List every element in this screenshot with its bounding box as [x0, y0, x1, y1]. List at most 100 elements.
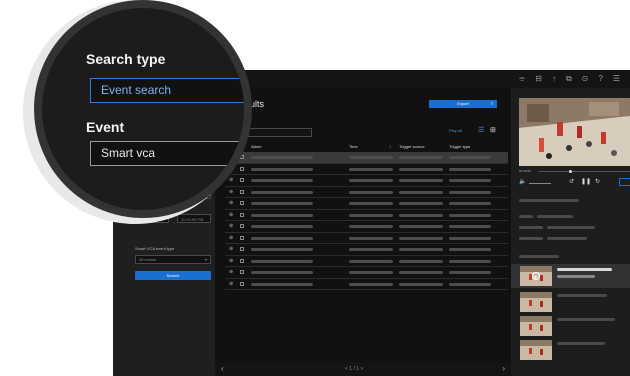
export-button[interactable]: Export ⇪: [429, 100, 497, 108]
menu-icon[interactable]: ☰: [613, 74, 620, 84]
list-view-icon[interactable]: ☰: [478, 126, 484, 134]
cell-placeholder: [449, 213, 491, 217]
cell-placeholder: [349, 179, 393, 182]
row-checkbox[interactable]: [240, 281, 244, 286]
cell-placeholder: [251, 236, 313, 240]
column-trigger-source[interactable]: Trigger source: [399, 144, 425, 149]
event-line: [557, 294, 607, 297]
expand-row-icon[interactable]: ⊕: [229, 189, 233, 195]
table-row[interactable]: ⊕: [225, 198, 508, 210]
timeline-handle[interactable]: [569, 170, 572, 173]
expand-row-icon[interactable]: ⊕: [229, 200, 233, 206]
rewind-icon[interactable]: ↺: [569, 178, 574, 185]
event-line: [557, 275, 595, 278]
cell-placeholder: [399, 179, 443, 182]
row-checkbox[interactable]: [240, 166, 244, 171]
forward-icon[interactable]: ↻: [595, 178, 600, 185]
event-thumbnail[interactable]: ▶: [520, 266, 552, 286]
table-row[interactable]: ⊕: [225, 267, 508, 279]
table-row[interactable]: ⊕: [225, 256, 508, 267]
column-trigger-type[interactable]: Trigger type: [449, 144, 470, 149]
expand-row-icon[interactable]: ⊕: [229, 235, 233, 241]
grid-view-icon[interactable]: ⊞: [490, 126, 496, 134]
column-time[interactable]: Time: [349, 144, 358, 149]
expand-row-icon[interactable]: ⊕: [229, 177, 233, 183]
expand-row-icon[interactable]: ⊕: [229, 281, 233, 287]
chevron-down-icon: ▾: [204, 257, 207, 262]
cell-placeholder: [399, 213, 443, 217]
expand-row-icon[interactable]: ⊕: [229, 223, 233, 229]
info-line: [519, 237, 543, 240]
cell-placeholder: [251, 190, 313, 194]
table-row[interactable]: ⊕: [225, 210, 508, 221]
table-row[interactable]: ⊕: [225, 187, 508, 198]
row-checkbox[interactable]: [240, 235, 244, 240]
expand-row-icon[interactable]: ⊕: [229, 269, 233, 275]
results-panel: 22 results Export ⇪ ⚲ Play all ☰ ⊞ Alarm…: [215, 88, 511, 376]
table-row[interactable]: ⊕: [225, 279, 508, 290]
event-thumbnail[interactable]: [520, 316, 552, 336]
cell-placeholder: [449, 236, 491, 240]
volume-slider[interactable]: [529, 183, 551, 184]
table-row[interactable]: ⊕: [225, 233, 508, 244]
volume-icon[interactable]: 🔈: [519, 178, 526, 185]
wifi-icon[interactable]: ⌯: [519, 74, 525, 84]
event-select[interactable]: Smart vca: [90, 141, 244, 166]
upload-icon[interactable]: ↑: [552, 74, 556, 84]
cell-placeholder: [251, 167, 313, 171]
cell-placeholder: [399, 271, 443, 274]
window-icon[interactable]: ⧉: [566, 74, 572, 84]
cell-placeholder: [349, 190, 393, 194]
cell-placeholder: [251, 156, 313, 159]
vca-type-select[interactable]: All events ▾: [135, 255, 211, 264]
row-checkbox[interactable]: [240, 178, 244, 182]
table-row[interactable]: ⊕: [225, 152, 508, 164]
play-all-link[interactable]: Play all: [449, 128, 462, 133]
cell-placeholder: [251, 271, 313, 274]
expand-row-icon[interactable]: ⊕: [229, 246, 233, 252]
cell-placeholder: [399, 248, 443, 251]
expand-row-icon[interactable]: ⊕: [229, 258, 233, 264]
info-line: [519, 226, 543, 229]
row-checkbox[interactable]: [240, 270, 244, 274]
cell-placeholder: [251, 248, 313, 251]
help-icon[interactable]: ?: [598, 74, 602, 84]
scroll-left-icon[interactable]: ‹: [221, 364, 224, 373]
row-checkbox[interactable]: [240, 247, 244, 251]
pause-icon[interactable]: ❚❚: [581, 178, 591, 185]
pagination-bar: ‹ < 1 / 1 > ›: [215, 362, 511, 376]
expand-row-icon[interactable]: ⊕: [229, 212, 233, 218]
fullscreen-button[interactable]: [619, 178, 630, 186]
search-type-select[interactable]: Event search: [90, 78, 244, 103]
layout-icon[interactable]: ⊟: [535, 74, 542, 84]
column-alarm[interactable]: Alarm: [251, 144, 261, 149]
info-line: [519, 255, 559, 258]
cell-placeholder: [251, 202, 313, 205]
event-line: [557, 342, 605, 345]
end-time-field[interactable]: 11:59:59 PM: [177, 214, 211, 223]
row-checkbox[interactable]: [240, 224, 244, 228]
record-icon[interactable]: ⊙: [582, 74, 589, 84]
row-checkbox[interactable]: [240, 201, 244, 205]
sort-icon[interactable]: ↑: [389, 144, 391, 149]
scroll-right-icon[interactable]: ›: [502, 364, 505, 373]
table-row[interactable]: ⊕: [225, 244, 508, 256]
table-row[interactable]: ⊕: [225, 164, 508, 175]
export-icon: ⇪: [490, 101, 494, 106]
video-preview[interactable]: [519, 98, 630, 166]
cell-placeholder: [349, 225, 393, 228]
table-row[interactable]: ⊕: [225, 221, 508, 233]
cell-placeholder: [349, 271, 393, 274]
row-checkbox[interactable]: [240, 212, 244, 217]
event-thumbnail[interactable]: [520, 292, 552, 312]
event-label: Event: [86, 119, 125, 135]
search-button[interactable]: Search: [135, 271, 211, 280]
event-thumbnail[interactable]: [520, 340, 552, 360]
row-checkbox[interactable]: [240, 189, 244, 194]
table-row[interactable]: ⊕: [225, 175, 508, 187]
timeline-bar[interactable]: 00:00:00: [519, 169, 630, 175]
play-icon[interactable]: ▶: [532, 272, 540, 280]
row-checkbox[interactable]: [240, 258, 244, 263]
thumbnail-image: [520, 340, 552, 360]
cell-placeholder: [399, 225, 443, 228]
